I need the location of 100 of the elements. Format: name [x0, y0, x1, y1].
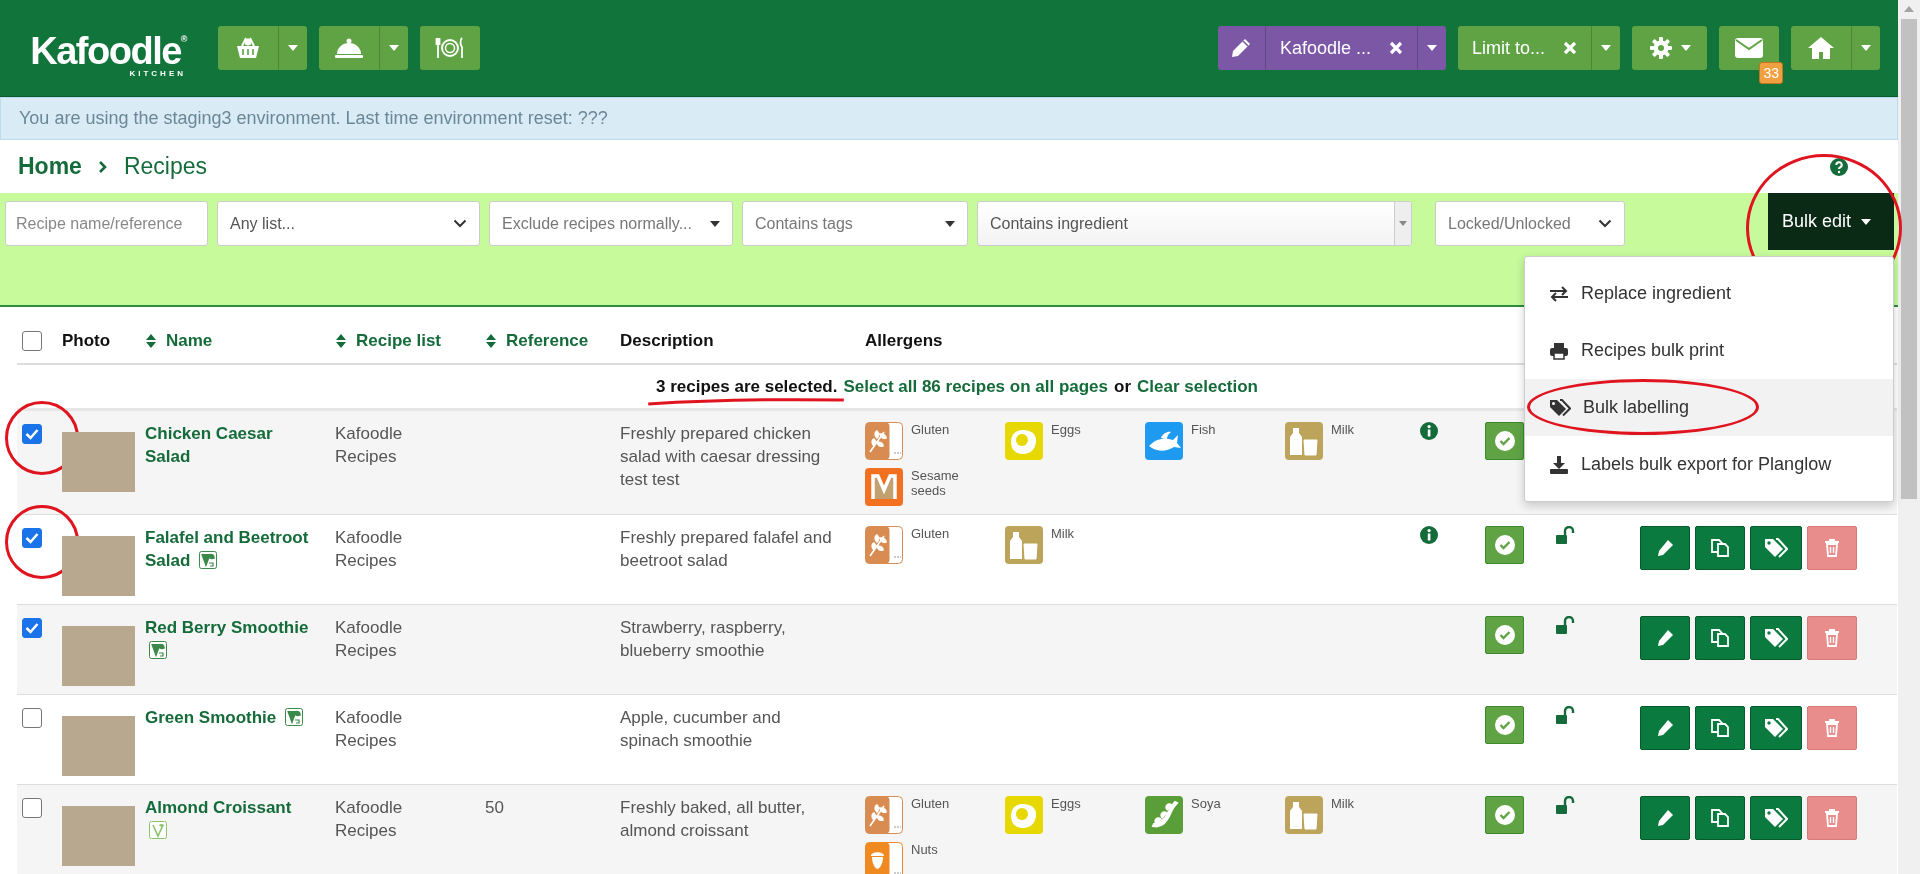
duplicate-button[interactable] [1695, 616, 1745, 660]
plate-cutlery-icon [435, 36, 465, 60]
menu-item[interactable]: Bulk labelling [1525, 379, 1893, 436]
filter-dropdown[interactable]: Exclude recipes normally... [489, 201, 733, 246]
recipe-name-link[interactable]: Falafel and Beetroot Salad [145, 526, 313, 572]
chevron-down-icon [1598, 219, 1612, 228]
unlocked-padlock-icon[interactable] [1555, 616, 1577, 636]
row-checkbox[interactable] [22, 798, 42, 818]
environment-notice: You are using the staging3 environment. Last time environment reset: ??? [0, 97, 1898, 140]
approve-button[interactable] [1485, 706, 1524, 744]
info-icon[interactable] [1420, 422, 1438, 440]
pencil-icon [1230, 37, 1253, 59]
bulk-edit-button[interactable]: Bulk edit [1768, 193, 1894, 250]
basket-button[interactable] [218, 26, 278, 70]
recipe-name-link[interactable]: Red Berry Smoothie [145, 616, 313, 662]
trash-icon [1824, 809, 1840, 827]
caret-icon [288, 45, 298, 51]
sortable-column-header[interactable]: Name [166, 331, 213, 351]
delete-button[interactable] [1807, 526, 1857, 570]
unlocked-padlock-icon[interactable] [1555, 526, 1577, 546]
filter-dropdown[interactable]: Any list... [217, 201, 480, 246]
row-checkbox[interactable] [22, 528, 42, 548]
printer-icon [1549, 341, 1569, 360]
settings-button[interactable] [1632, 26, 1707, 70]
edit-button[interactable] [1640, 616, 1690, 660]
search-field[interactable]: Recipe name/reference [5, 201, 208, 246]
delete-button[interactable] [1807, 796, 1857, 840]
approve-button[interactable] [1485, 422, 1524, 460]
clear-selection-link[interactable]: Clear selection [1137, 376, 1258, 397]
logo[interactable]: Kafoodle$^{®}$ KITCHEN [26, 18, 186, 78]
filter-dropdown[interactable]: Contains tags [742, 201, 968, 246]
allergen-label: Gluten [911, 796, 951, 811]
ingredient-combobox[interactable]: Contains ingredient [977, 201, 1412, 246]
combobox-toggle[interactable] [1394, 202, 1411, 245]
dropdown-toggle[interactable] [379, 26, 408, 70]
row-checkbox[interactable] [22, 424, 42, 444]
caret-icon [1861, 45, 1871, 51]
pencil-icon [1656, 719, 1674, 737]
description-text: Freshly prepared chicken salad with caesar dressing test test [620, 423, 822, 491]
recipe-name-link[interactable]: Chicken Caesar Salad [145, 422, 313, 468]
unlocked-padlock-icon[interactable] [1555, 706, 1577, 726]
select-all-link[interactable]: Select all 86 recipes on all pages [843, 376, 1109, 397]
logo-subtitle: KITCHEN [129, 68, 186, 78]
caret-icon [1861, 218, 1872, 225]
row-checkbox[interactable] [22, 618, 42, 638]
labels-button[interactable] [1750, 796, 1802, 840]
edit-button[interactable] [1640, 706, 1690, 750]
edit-button[interactable] [1217, 26, 1265, 70]
row-checkbox[interactable] [22, 708, 42, 728]
select-all-checkbox[interactable] [22, 331, 42, 351]
menu-item[interactable]: Labels bulk export for Planglow [1525, 436, 1893, 493]
sort-icon[interactable] [485, 333, 497, 349]
allergen-label: Eggs [1051, 422, 1082, 437]
allergen-label: Gluten [911, 526, 951, 541]
help-icon[interactable] [1830, 157, 1848, 176]
delete-button[interactable] [1807, 616, 1857, 660]
info-icon[interactable] [1420, 526, 1438, 544]
sortable-column-header[interactable]: Recipe list [356, 331, 442, 351]
recipe-name-link[interactable]: Almond Croissant [145, 796, 313, 842]
cloche-button[interactable] [319, 26, 379, 70]
duplicate-button[interactable] [1695, 706, 1745, 750]
approve-button[interactable] [1485, 526, 1524, 564]
edit-button[interactable] [1640, 796, 1690, 840]
reference-text: 50 [485, 798, 504, 817]
labels-button[interactable] [1750, 526, 1802, 570]
copy-icon [1710, 808, 1730, 828]
tags-icon [1549, 398, 1571, 417]
approve-button[interactable] [1485, 796, 1524, 834]
dropdown-toggle[interactable] [278, 26, 307, 70]
sort-icon[interactable] [145, 333, 157, 349]
breadcrumb-home-link[interactable]: Home [18, 153, 82, 180]
labels-button[interactable] [1750, 616, 1802, 660]
sort-icon[interactable] [335, 333, 347, 349]
home-icon [1807, 36, 1835, 60]
dropdown-toggle[interactable] [1416, 26, 1446, 70]
unlocked-padlock-icon[interactable] [1555, 796, 1577, 816]
scrollbar[interactable] [1898, 0, 1920, 874]
edit-button[interactable] [1640, 526, 1690, 570]
plate-button[interactable] [420, 26, 480, 70]
labels-button[interactable] [1750, 706, 1802, 750]
recipe-name-link[interactable]: Green Smoothie [145, 706, 313, 729]
approve-button[interactable] [1485, 616, 1524, 654]
dropdown-toggle[interactable] [1591, 26, 1620, 70]
mail-button[interactable] [1719, 26, 1779, 70]
check-circle-icon [1494, 535, 1515, 555]
duplicate-button[interactable] [1695, 526, 1745, 570]
menu-item[interactable]: Recipes bulk print [1525, 322, 1893, 379]
delete-button[interactable] [1807, 706, 1857, 750]
scrollbar-thumb[interactable] [1901, 19, 1917, 499]
site-selector[interactable]: Kafoodle ... [1264, 26, 1417, 70]
allergen-label: Soya [1191, 796, 1222, 811]
checkmark-icon [25, 532, 39, 544]
duplicate-button[interactable] [1695, 796, 1745, 840]
menu-item[interactable]: Replace ingredient [1525, 265, 1893, 322]
vegan-leaf-icon [199, 551, 218, 569]
sortable-column-header[interactable]: Reference [506, 331, 589, 351]
filter-dropdown[interactable]: Locked/Unlocked [1435, 201, 1625, 246]
home-button[interactable] [1791, 26, 1851, 70]
tags-icon [1764, 538, 1788, 558]
dropdown-toggle[interactable] [1851, 26, 1880, 70]
